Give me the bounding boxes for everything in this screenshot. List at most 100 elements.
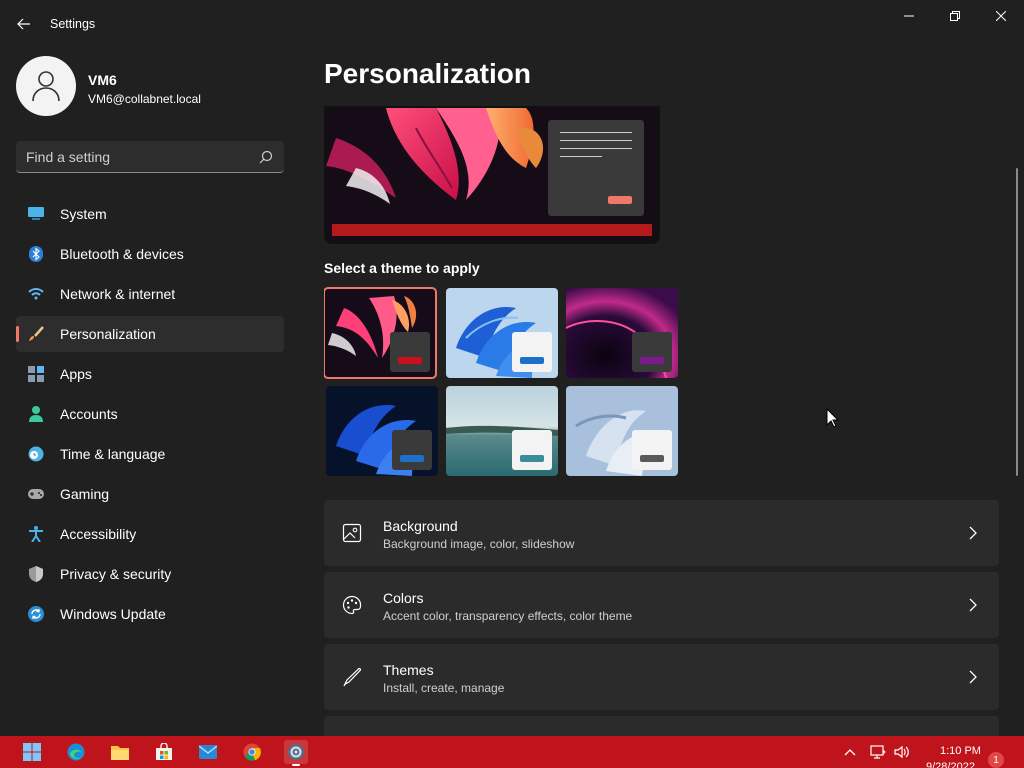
show-hidden-icons-button[interactable] bbox=[842, 744, 858, 760]
content-scroll-area[interactable]: Select a theme to apply Background Backg… bbox=[324, 106, 1000, 736]
volume-tray-button[interactable] bbox=[894, 744, 910, 760]
clock-time[interactable]: 1:10 PM bbox=[940, 745, 981, 757]
chevron-up-icon bbox=[844, 749, 856, 756]
network-tray-button[interactable] bbox=[870, 744, 886, 760]
mouse-cursor-icon bbox=[826, 408, 840, 428]
palette-icon bbox=[342, 595, 362, 615]
sidebar-item-windows-update[interactable]: Windows Update bbox=[16, 596, 284, 632]
card-subtitle: Background image, color, slideshow bbox=[383, 537, 575, 551]
chrome-icon bbox=[243, 743, 261, 761]
sidebar-item-apps[interactable]: Apps bbox=[16, 356, 284, 392]
theme-badge bbox=[392, 430, 432, 470]
gamepad-icon bbox=[28, 486, 44, 502]
preview-accent-button bbox=[608, 196, 632, 204]
minimize-icon bbox=[904, 15, 914, 17]
image-icon bbox=[342, 523, 362, 543]
settings-icon bbox=[288, 744, 304, 760]
taskbar: 1:10 PM 9/28/2022 1 bbox=[0, 736, 1024, 768]
sidebar-item-time-language[interactable]: Time & language bbox=[16, 436, 284, 472]
theme-swatch bbox=[400, 455, 424, 462]
restore-icon bbox=[950, 11, 960, 21]
themes-setting-card[interactable]: Themes Install, create, manage bbox=[324, 644, 999, 710]
sidebar-nav: System Bluetooth & devices Network & int… bbox=[16, 196, 284, 636]
card-title: Background bbox=[383, 518, 458, 534]
title-bar: Settings bbox=[0, 0, 1024, 48]
sidebar-item-bluetooth[interactable]: Bluetooth & devices bbox=[16, 236, 284, 272]
clock-date[interactable]: 9/28/2022 bbox=[926, 761, 975, 768]
search-icon[interactable] bbox=[258, 149, 274, 165]
background-setting-card[interactable]: Background Background image, color, slid… bbox=[324, 500, 999, 566]
app-title: Settings bbox=[50, 17, 96, 31]
preview-line bbox=[560, 132, 632, 133]
maximize-button[interactable] bbox=[932, 4, 978, 28]
theme-badge bbox=[390, 332, 430, 372]
scrollbar-thumb[interactable] bbox=[1016, 168, 1018, 476]
profile-name: VM6 bbox=[88, 72, 117, 88]
bluetooth-icon bbox=[28, 246, 44, 262]
theme-option-glow-purple[interactable] bbox=[566, 288, 678, 378]
file-explorer-button[interactable] bbox=[108, 740, 132, 764]
notification-badge[interactable]: 1 bbox=[988, 752, 1004, 768]
sidebar-item-gaming[interactable]: Gaming bbox=[16, 476, 284, 512]
theme-swatch bbox=[520, 455, 544, 462]
sidebar-item-personalization[interactable]: Personalization bbox=[16, 316, 284, 352]
network-icon bbox=[870, 745, 886, 759]
avatar bbox=[16, 56, 76, 116]
profile-email: VM6@collabnet.local bbox=[88, 92, 201, 106]
edge-button[interactable] bbox=[64, 740, 88, 764]
wifi-icon bbox=[28, 286, 44, 302]
user-profile[interactable]: VM6 VM6@collabnet.local bbox=[16, 56, 286, 118]
store-button[interactable] bbox=[152, 740, 176, 764]
start-icon bbox=[23, 743, 41, 761]
minimize-button[interactable] bbox=[886, 4, 932, 28]
sidebar-item-network[interactable]: Network & internet bbox=[16, 276, 284, 312]
theme-option-glow-red[interactable] bbox=[324, 287, 437, 379]
preview-taskbar bbox=[332, 224, 652, 236]
sidebar-item-accounts[interactable]: Accounts bbox=[16, 396, 284, 432]
volume-icon bbox=[894, 745, 909, 759]
person-icon bbox=[32, 71, 60, 102]
theme-option-bloom-dark[interactable] bbox=[326, 386, 438, 476]
preview-line bbox=[560, 156, 602, 157]
preview-window bbox=[548, 120, 644, 216]
back-arrow-icon bbox=[17, 18, 30, 30]
chevron-right-icon bbox=[969, 526, 977, 540]
brush-icon bbox=[28, 326, 44, 342]
pen-icon bbox=[343, 667, 362, 687]
monitor-icon bbox=[28, 206, 44, 222]
colors-setting-card[interactable]: Colors Accent color, transparency effect… bbox=[324, 572, 999, 638]
chevron-right-icon bbox=[969, 670, 977, 684]
theme-swatch bbox=[398, 357, 422, 364]
theme-option-captured-motion[interactable] bbox=[446, 386, 558, 476]
theme-grid bbox=[324, 287, 684, 480]
card-subtitle: Install, create, manage bbox=[383, 681, 505, 695]
card-title: Colors bbox=[383, 590, 424, 606]
theme-option-bloom-light[interactable] bbox=[446, 288, 558, 378]
theme-badge bbox=[632, 332, 672, 372]
theme-option-flow[interactable] bbox=[566, 386, 678, 476]
globe-clock-icon bbox=[28, 446, 44, 462]
theme-preview bbox=[324, 106, 660, 244]
close-icon bbox=[996, 11, 1006, 21]
back-button[interactable] bbox=[12, 12, 36, 36]
theme-swatch bbox=[640, 455, 664, 462]
theme-badge bbox=[632, 430, 672, 470]
sidebar-item-accessibility[interactable]: Accessibility bbox=[16, 516, 284, 552]
preview-line bbox=[560, 148, 632, 149]
close-button[interactable] bbox=[978, 4, 1024, 28]
apps-icon bbox=[28, 366, 44, 382]
search-box[interactable] bbox=[16, 141, 284, 173]
person-icon bbox=[28, 406, 44, 422]
update-icon bbox=[28, 606, 44, 622]
search-input[interactable] bbox=[26, 147, 246, 167]
mail-button[interactable] bbox=[196, 740, 220, 764]
start-button[interactable] bbox=[20, 740, 44, 764]
store-icon bbox=[156, 743, 172, 760]
sidebar-item-privacy-security[interactable]: Privacy & security bbox=[16, 556, 284, 592]
accessibility-icon bbox=[28, 526, 44, 542]
setting-card-partial[interactable] bbox=[324, 716, 999, 736]
chrome-button[interactable] bbox=[240, 740, 264, 764]
settings-button[interactable] bbox=[284, 740, 308, 766]
sidebar-item-system[interactable]: System bbox=[16, 196, 284, 232]
theme-badge bbox=[512, 430, 552, 470]
